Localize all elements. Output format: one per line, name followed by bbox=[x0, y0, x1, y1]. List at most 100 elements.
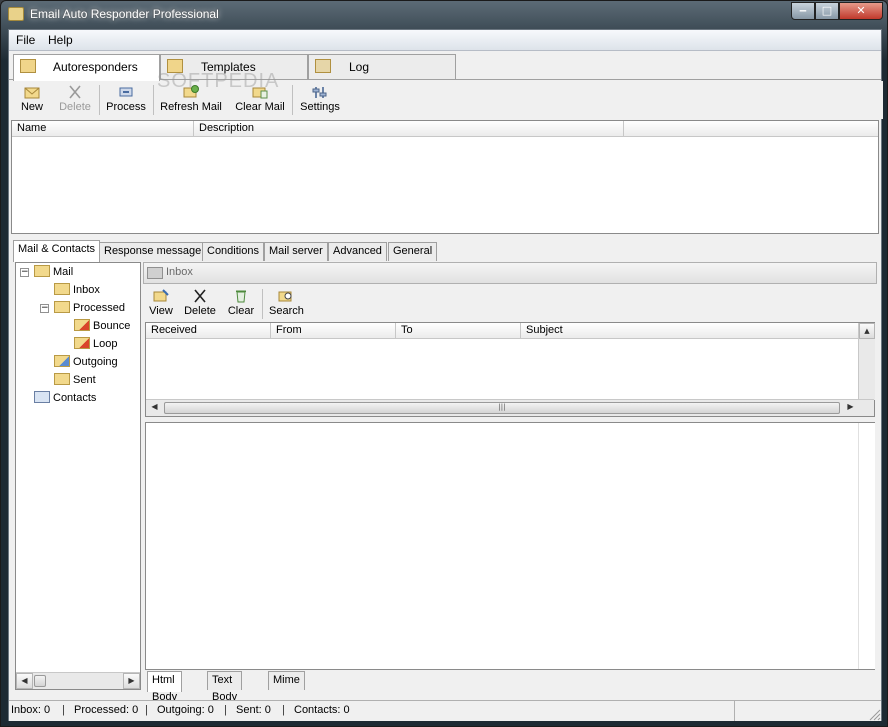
tree-node-processed-label: Processed bbox=[73, 302, 125, 314]
delete-button[interactable]: Delete bbox=[58, 85, 92, 113]
mail-list-vertical-scrollbar[interactable]: ▲ bbox=[858, 323, 875, 400]
column-from[interactable]: From bbox=[271, 323, 396, 339]
settings-button[interactable]: Settings bbox=[299, 85, 341, 113]
process-button[interactable]: Process bbox=[106, 85, 146, 113]
scroll-left-button[interactable]: ◀ bbox=[146, 400, 163, 416]
tab-log-label: Log bbox=[349, 60, 370, 74]
view-mail-icon bbox=[153, 289, 169, 302]
mail-list[interactable]: Received From To Subject ▲ ◀ ||| ▶ bbox=[145, 322, 875, 417]
process-label: Process bbox=[106, 101, 146, 113]
status-contacts: Contacts: 0 bbox=[294, 704, 350, 716]
tab-mail-server[interactable]: Mail server bbox=[264, 242, 328, 261]
toolbar-separator bbox=[292, 85, 293, 115]
body-vertical-scrollbar[interactable] bbox=[858, 423, 875, 669]
envelope-icon bbox=[20, 59, 36, 73]
tab-mime[interactable]: Mime bbox=[268, 671, 305, 690]
tab-mail-contacts[interactable]: Mail & Contacts bbox=[13, 240, 101, 262]
autoresponder-toolbar: New Delete Process Refresh Mail Clear Ma… bbox=[9, 81, 883, 119]
column-subject[interactable]: Subject bbox=[521, 323, 859, 339]
status-separator: | bbox=[224, 704, 227, 716]
status-outgoing: Outgoing: 0 bbox=[157, 704, 214, 716]
minimize-button[interactable]: ‒ bbox=[791, 2, 815, 20]
list-header: Name Description bbox=[12, 121, 878, 137]
mail-list-header: Received From To Subject bbox=[146, 323, 859, 339]
mail-delete-button[interactable]: Delete bbox=[183, 289, 217, 317]
menu-file[interactable]: File bbox=[16, 33, 35, 47]
tree-node-inbox[interactable]: Inbox bbox=[54, 283, 100, 296]
tab-advanced[interactable]: Advanced bbox=[328, 242, 387, 261]
app-envelope-icon bbox=[8, 7, 24, 21]
status-separator: | bbox=[145, 704, 148, 716]
mail-delete-label: Delete bbox=[184, 305, 216, 317]
scroll-right-button[interactable]: ▶ bbox=[842, 400, 859, 416]
search-label: Search bbox=[269, 305, 304, 317]
current-folder-label: Inbox bbox=[166, 266, 193, 278]
tab-log[interactable]: Log bbox=[308, 54, 456, 79]
tab-general[interactable]: General bbox=[388, 242, 438, 261]
tree-node-loop-label: Loop bbox=[93, 338, 118, 350]
delete-x-icon bbox=[69, 85, 81, 99]
folder-tree[interactable]: − Mail Inbox − Processed Bounce Loop Out… bbox=[15, 262, 141, 690]
close-button[interactable]: ✕ bbox=[839, 2, 883, 20]
contacts-icon bbox=[34, 391, 50, 403]
scroll-right-button[interactable]: ▶ bbox=[123, 673, 140, 689]
clear-button[interactable]: Clear bbox=[227, 289, 255, 317]
tree-node-loop[interactable]: Loop bbox=[74, 337, 117, 350]
tab-html-body[interactable]: Html Body bbox=[147, 671, 183, 703]
search-button[interactable]: Search bbox=[269, 289, 304, 317]
tree-node-bounce[interactable]: Bounce bbox=[74, 319, 130, 332]
view-label: View bbox=[149, 305, 173, 317]
tree-horizontal-scrollbar[interactable]: ◀ ▶ bbox=[16, 672, 140, 689]
new-label: New bbox=[20, 101, 43, 113]
message-body-view[interactable] bbox=[145, 422, 875, 670]
column-received[interactable]: Received bbox=[146, 323, 271, 339]
sent-folder-icon bbox=[54, 373, 70, 385]
tree-node-contacts[interactable]: Contacts bbox=[34, 391, 96, 404]
column-name[interactable]: Name bbox=[12, 121, 194, 137]
tab-conditions[interactable]: Conditions bbox=[202, 242, 264, 261]
status-separator: | bbox=[62, 704, 65, 716]
mail-collapse-toggle[interactable]: − bbox=[20, 268, 29, 277]
tree-node-mail[interactable]: Mail bbox=[34, 265, 73, 278]
scroll-left-button[interactable]: ◀ bbox=[16, 673, 33, 689]
tree-node-processed[interactable]: Processed bbox=[54, 301, 125, 314]
folder-icon bbox=[147, 267, 163, 279]
outgoing-folder-icon bbox=[54, 355, 70, 367]
softpedia-watermark: SOFTPEDIA bbox=[157, 70, 280, 92]
scroll-thumb[interactable] bbox=[34, 675, 46, 687]
mail-list-horizontal-scrollbar[interactable]: ◀ ||| ▶ bbox=[146, 399, 874, 416]
clear-mail-label: Clear Mail bbox=[235, 101, 285, 113]
tab-autoresponders[interactable]: Autoresponders bbox=[13, 54, 160, 81]
autoresponders-list[interactable]: Name Description bbox=[11, 120, 879, 234]
mail-toolbar: View Delete Clear Search bbox=[143, 285, 877, 321]
maximize-button[interactable]: □ bbox=[815, 2, 839, 20]
tab-text-body[interactable]: Text Body bbox=[207, 671, 243, 703]
tab-response-message[interactable]: Response message bbox=[99, 242, 207, 261]
tree-node-sent[interactable]: Sent bbox=[54, 373, 96, 386]
app-window: Email Auto Responder Professional ‒ □ ✕ … bbox=[0, 0, 888, 727]
current-folder-bar: Inbox bbox=[143, 262, 877, 284]
settings-icon bbox=[312, 87, 327, 98]
tree-node-outgoing-label: Outgoing bbox=[73, 356, 118, 368]
column-description[interactable]: Description bbox=[194, 121, 624, 137]
column-to[interactable]: To bbox=[396, 323, 521, 339]
menu-help[interactable]: Help bbox=[48, 33, 73, 47]
tree-node-mail-label: Mail bbox=[53, 266, 74, 278]
client-area: File Help Autoresponders Templates Log N… bbox=[8, 29, 883, 721]
view-button[interactable]: View bbox=[149, 289, 173, 317]
new-button[interactable]: New bbox=[19, 85, 45, 113]
status-processed: Processed: 0 bbox=[74, 704, 139, 716]
tree-node-outgoing[interactable]: Outgoing bbox=[54, 355, 118, 368]
status-inbox: Inbox: 0 bbox=[11, 704, 51, 716]
title-bar[interactable]: Email Auto Responder Professional ‒ □ ✕ bbox=[1, 1, 887, 29]
scroll-up-button[interactable]: ▲ bbox=[859, 323, 875, 339]
main-tab-strip: Autoresponders Templates Log bbox=[9, 52, 881, 81]
resize-grip-icon[interactable] bbox=[867, 707, 881, 721]
new-envelope-icon bbox=[24, 87, 40, 99]
clear-label: Clear bbox=[227, 305, 255, 317]
scroll-thumb[interactable]: ||| bbox=[164, 402, 840, 414]
status-separator: | bbox=[282, 704, 285, 716]
processed-collapse-toggle[interactable]: − bbox=[40, 304, 49, 313]
toolbar-separator bbox=[99, 85, 100, 115]
status-divider bbox=[734, 701, 735, 721]
